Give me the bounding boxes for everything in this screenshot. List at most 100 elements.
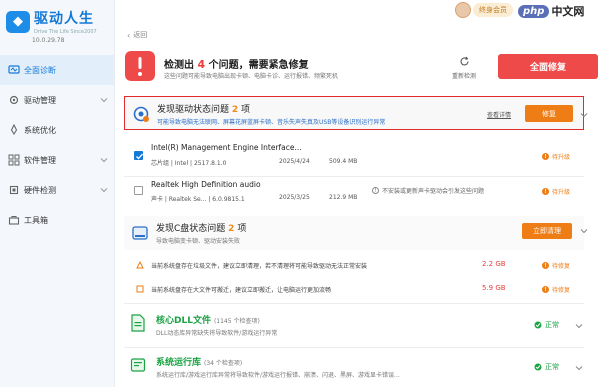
- disk-issue-text: 当前系统盘存在垃圾文件，建议立即清理，若不清理将可能导致驱动无法正常安装: [151, 263, 368, 270]
- back-button[interactable]: ‹ 返回: [127, 30, 147, 40]
- sidebar-item-driver[interactable]: 驱动管理: [0, 85, 114, 115]
- driver-status: ! 待升级: [541, 152, 570, 161]
- sidebar-item-label: 系统优化: [24, 125, 56, 135]
- check-circle-icon: [534, 363, 542, 371]
- driver-status: ! 待升级: [541, 187, 570, 196]
- disk-section-subtitle: 导致电脑变卡顿、驱动安装失败: [156, 238, 241, 245]
- dll-section-subtitle: DLL动态库异常缺失将导致软件/游戏运行异常: [156, 330, 278, 337]
- dll-check-count: (1145 个检查项): [213, 318, 260, 325]
- driver-note: ! 不安装或更新声卡驱动会引发这些问题: [372, 186, 484, 195]
- driver-date: 2025/4/24: [279, 158, 310, 165]
- dll-status: 正常: [534, 320, 559, 330]
- logo: ◆ 驱动人生 Drive The Life Since2007: [0, 0, 114, 36]
- disk-section-title: 发现C盘状态问题 2 项: [156, 224, 247, 234]
- disk-issue-row: 当前系统盘存在大文件可搬迁，建议立即搬迁，让电脑运行更加流畅 5.9 GB ! …: [124, 279, 584, 299]
- sidebar-item-optimize[interactable]: 系统优化: [0, 115, 114, 145]
- alert-subtitle: 这些问题可能导致电脑出现卡顿、电脑卡诊、运行报错、频繁死机: [164, 73, 339, 80]
- redetect-button[interactable]: 重新检测: [444, 56, 484, 80]
- disk-issue-status: ! 待修复: [541, 285, 570, 294]
- sidebar: ◆ 驱动人生 Drive The Life Since2007 10.0.29.…: [0, 0, 115, 387]
- disk-icon: [132, 226, 148, 240]
- driver-name: Intel(R) Management Engine Interface...: [151, 143, 302, 152]
- redetect-label: 重新检测: [451, 73, 476, 80]
- view-details-link[interactable]: 查看详情: [487, 110, 511, 119]
- divider: [124, 303, 584, 304]
- sidebar-item-hardware[interactable]: 硬件检测: [0, 175, 114, 205]
- driver-issue-count: 2: [231, 105, 239, 115]
- driver-gear-icon: [133, 106, 149, 122]
- check-circle-icon: [534, 321, 542, 329]
- clean-now-button[interactable]: 立即清理: [522, 223, 572, 239]
- toolbox-icon: [8, 214, 20, 226]
- driver-section-subtitle: 可能导致电脑无法联网、屏幕花屏蓝屏卡顿、音乐失声失真及USB等设备识别运行异常: [157, 119, 386, 126]
- refresh-icon: [459, 56, 469, 66]
- problem-count: 4: [197, 58, 206, 71]
- driver-date: 2025/3/25: [279, 194, 310, 201]
- sidebar-item-label: 工具箱: [24, 215, 48, 225]
- alert-title: 检测出 4 个问题，需要紧急修复: [164, 58, 309, 71]
- runtime-section: 系统运行库 (34 个检查项) 系统运行库/游戏运行库异常将导致软件/游戏运行报错…: [124, 350, 584, 386]
- driver-name: Realtek High Definition audio: [151, 180, 261, 189]
- stethoscope-icon: [8, 64, 20, 76]
- watermark-badge: php: [518, 4, 550, 18]
- driver-checkbox[interactable]: [134, 151, 143, 160]
- dll-section: 核心DLL文件 (1145 个检查项) DLL动态库异常缺失将导致软件/游戏运行异…: [124, 308, 584, 344]
- sidebar-item-diagnose[interactable]: 全面诊断: [0, 55, 114, 85]
- sidebar-item-label: 软件管理: [24, 155, 56, 165]
- chip-icon: [8, 184, 20, 196]
- driver-size: 509.4 MB: [329, 158, 358, 165]
- disk-issue-text: 当前系统盘存在大文件可搬迁，建议立即搬迁，让电脑运行更加流畅: [151, 287, 332, 294]
- vip-label: 终身会员: [473, 3, 513, 17]
- disk-issue-amount: 2.2 GB: [482, 260, 506, 268]
- collapse-chevron-icon[interactable]: [579, 226, 589, 236]
- chevron-down-icon: [100, 188, 108, 193]
- apps-icon: [8, 154, 20, 166]
- disk-issue-status: ! 待修复: [541, 261, 570, 270]
- info-icon: !: [372, 187, 379, 194]
- diagnosis-alert: 检测出 4 个问题，需要紧急修复 这些问题可能导致电脑出现卡顿、电脑卡诊、运行报…: [124, 50, 598, 90]
- driver-meta: 芯片组 | Intel | 2517.8.1.0: [151, 160, 227, 167]
- runtime-status: 正常: [534, 362, 559, 372]
- watermark: php 中文网: [518, 3, 584, 19]
- vip-badge[interactable]: 终身会员: [455, 2, 513, 18]
- sidebar-item-label: 全面诊断: [24, 65, 56, 75]
- app-version: 10.0.29.78: [32, 37, 65, 44]
- driver-issues-header: 发现驱动状态问题 2 项 可能导致电脑无法联网、屏幕花屏蓝屏卡顿、音乐失声失真及…: [124, 96, 584, 130]
- back-label: 返回: [133, 31, 148, 39]
- dll-file-icon: [131, 314, 145, 332]
- driver-row[interactable]: Realtek High Definition audio 声卡 | Realt…: [124, 177, 584, 211]
- logo-mark-icon: ◆: [6, 10, 30, 33]
- collapse-chevron-icon[interactable]: [579, 110, 589, 120]
- chevron-down-icon: [100, 98, 108, 103]
- sidebar-item-software[interactable]: 软件管理: [0, 145, 114, 175]
- runtime-check-count: (34 个检查项): [204, 360, 243, 367]
- sidebar-item-toolbox[interactable]: 工具箱: [0, 205, 114, 235]
- chevron-left-icon: ‹: [127, 30, 131, 40]
- broom-icon: [136, 261, 144, 269]
- runtime-library-icon: [130, 358, 146, 372]
- gear-icon: [8, 94, 20, 106]
- file-move-icon: [136, 285, 144, 293]
- check-icon: [136, 153, 143, 160]
- sidebar-item-label: 硬件检测: [24, 185, 56, 195]
- warning-dot-icon: !: [541, 188, 549, 195]
- rocket-icon: [8, 124, 20, 136]
- fix-all-button[interactable]: 全面修复: [498, 54, 598, 79]
- disk-issue-row: 当前系统盘存在垃圾文件，建议立即清理，若不清理将可能导致驱动无法正常安装 2.2…: [124, 255, 584, 275]
- app-window: ◆ 驱动人生 Drive The Life Since2007 10.0.29.…: [0, 0, 600, 387]
- warning-icon: [125, 51, 155, 81]
- driver-row[interactable]: Intel(R) Management Engine Interface... …: [124, 140, 584, 176]
- runtime-section-subtitle: 系统运行库/游戏运行库异常将导致软件/游戏运行报错、崩溃、闪退、黑屏、游戏显卡错…: [156, 372, 400, 379]
- driver-meta: 声卡 | Realtek Se... | 6.0.9815.1: [151, 196, 245, 203]
- disk-issue-count: 2: [228, 224, 235, 234]
- chevron-down-icon: [100, 158, 108, 163]
- driver-fix-button[interactable]: 修复: [525, 105, 573, 122]
- driver-checkbox[interactable]: [134, 186, 143, 195]
- sidebar-nav: 全面诊断 驱动管理 系统优化 软件管理 硬件检测 工具箱: [0, 55, 114, 235]
- expand-chevron-icon[interactable]: [574, 363, 584, 373]
- app-slogan: Drive The Life Since2007: [34, 29, 97, 35]
- app-name: 驱动人生: [34, 11, 94, 27]
- warning-dot-icon: !: [541, 262, 549, 269]
- expand-chevron-icon[interactable]: [574, 321, 584, 331]
- driver-section-title: 发现驱动状态问题 2 项: [157, 105, 251, 115]
